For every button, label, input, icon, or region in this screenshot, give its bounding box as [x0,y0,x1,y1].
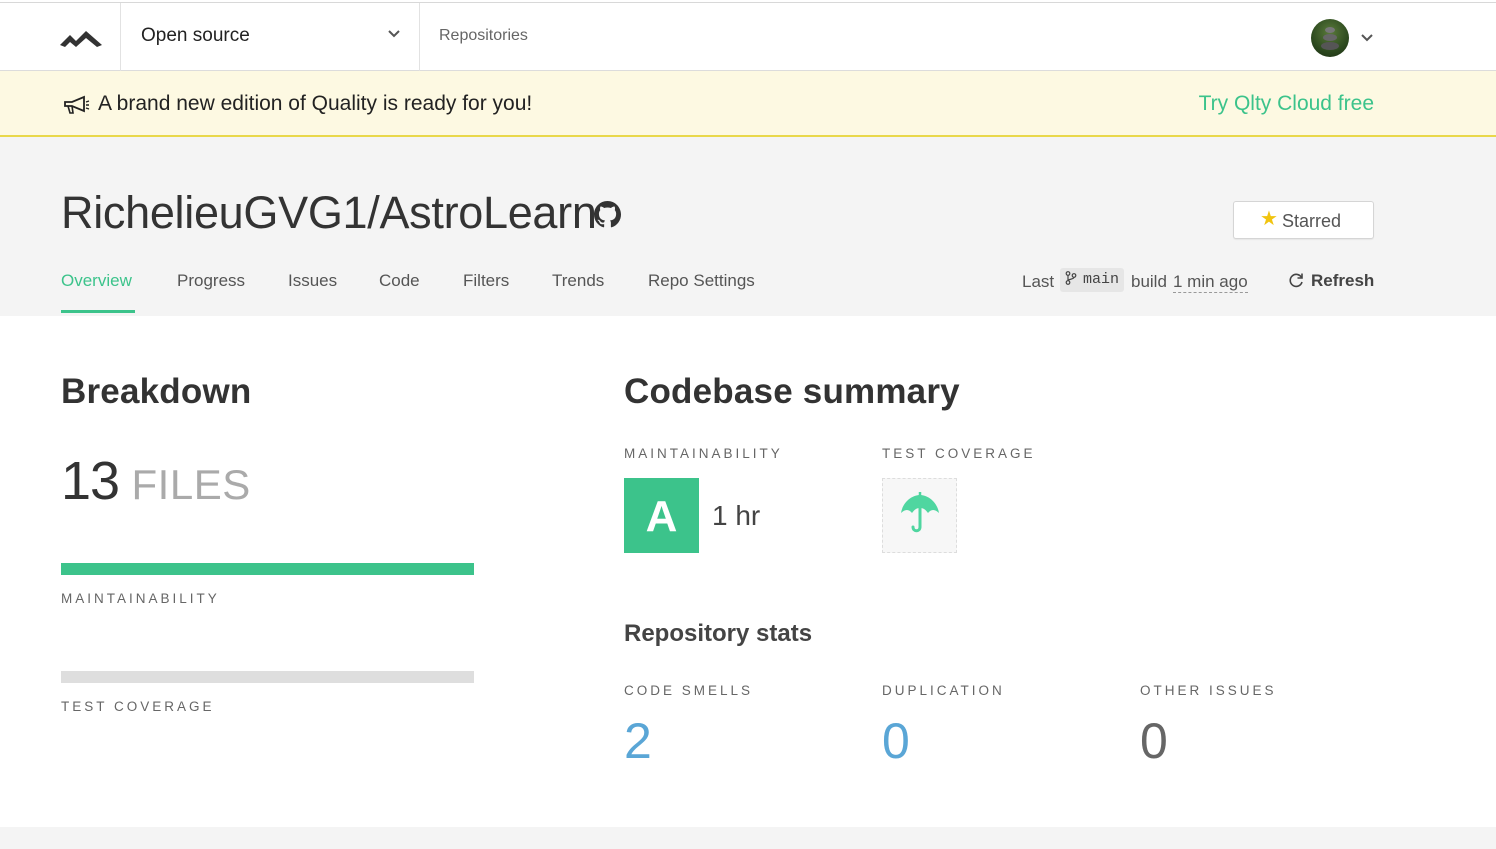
duplication-label: DUPLICATION [882,683,1005,698]
build-time-ago: 1 min ago [1173,272,1248,293]
test-coverage-bar[interactable] [61,671,474,683]
maintainability-bar[interactable] [61,563,474,575]
github-icon[interactable] [594,201,621,228]
test-coverage-badge[interactable] [882,478,957,553]
announcement-banner: A brand new edition of Quality is ready … [0,71,1496,137]
tab-trends[interactable]: Trends [552,271,604,291]
tab-progress[interactable]: Progress [177,271,245,291]
file-count-number: 13 [61,451,120,511]
git-branch-icon [1065,271,1077,285]
branch-name: main [1083,271,1120,288]
refresh-button[interactable]: Refresh [1287,271,1374,291]
refresh-icon [1289,273,1303,288]
repo-title: RichelieuGVG1/AstroLearn [61,187,597,238]
branch-pill: main [1060,268,1125,292]
tab-overview[interactable]: Overview [61,271,132,291]
codebase-summary-title: Codebase summary [624,372,960,411]
org-selector[interactable]: Open source [120,3,420,71]
summary-maintainability-label: MAINTAINABILITY [624,446,783,461]
top-navbar: Open source Repositories [0,2,1496,71]
file-count: 13 FILES [61,450,251,512]
code-smells-label: CODE SMELLS [624,683,754,698]
tab-issues[interactable]: Issues [288,271,337,291]
tab-filters[interactable]: Filters [463,271,509,291]
star-icon: ★ [1260,208,1278,230]
active-tab-indicator [61,310,135,313]
test-coverage-bar-label: TEST COVERAGE [61,699,215,714]
user-avatar[interactable] [1311,19,1349,57]
repo-header: RichelieuGVG1/AstroLearn ★ Starred Overv… [0,137,1496,316]
umbrella-icon [901,492,939,533]
user-menu-chevron-icon[interactable] [1360,31,1374,45]
refresh-label: Refresh [1311,271,1375,290]
maintainability-grade-badge[interactable]: A [624,478,699,553]
repository-stats-title: Repository stats [624,620,813,647]
chevron-down-icon [388,30,400,38]
other-issues-count: 0 [1140,713,1168,769]
code-smells-count[interactable]: 2 [624,712,652,770]
starred-button-label: Starred [1282,211,1342,231]
breakdown-title: Breakdown [61,372,252,411]
megaphone-icon [64,95,90,114]
try-qlty-cloud-link[interactable]: Try Qlty Cloud free [1199,92,1374,116]
file-count-unit: FILES [131,461,251,508]
build-prefix: Last [1022,272,1055,291]
repositories-link[interactable]: Repositories [439,27,528,45]
footer-strip [0,827,1496,849]
codeclimate-logo-icon[interactable] [60,25,102,51]
tab-code[interactable]: Code [379,271,420,291]
summary-test-coverage-label: TEST COVERAGE [882,446,1036,461]
banner-message: A brand new edition of Quality is ready … [98,92,533,115]
maintainability-bar-label: MAINTAINABILITY [61,591,220,606]
tech-debt-time: 1 hr [712,500,761,531]
starred-button[interactable]: ★ Starred [1233,201,1374,239]
org-selector-label: Open source [141,25,250,46]
build-word: build [1131,272,1167,291]
tab-repo-settings[interactable]: Repo Settings [648,271,755,291]
duplication-count[interactable]: 0 [882,712,910,770]
other-issues-label: OTHER ISSUES [1140,683,1277,698]
